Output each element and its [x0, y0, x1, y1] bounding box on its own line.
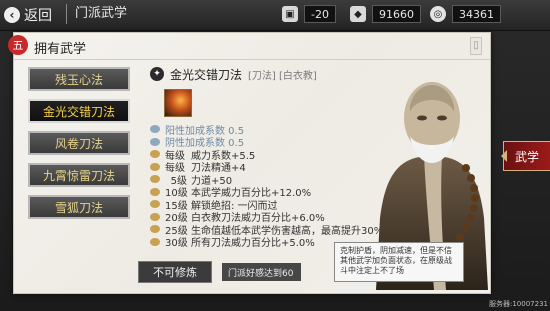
skill-label: 九霄惊雷刀法	[42, 168, 115, 183]
build-id: 服务器:10007231	[489, 300, 548, 308]
bullet-icon	[150, 212, 160, 221]
bullet-icon	[150, 125, 160, 134]
page-title: 门派武学	[66, 4, 147, 24]
skill-item[interactable]: 残玉心法	[28, 67, 130, 91]
stamina-value: -20	[304, 5, 336, 23]
cannot-train-button[interactable]: 不可修炼	[138, 261, 212, 283]
panel-title: 拥有武学	[34, 42, 87, 57]
bullet-icon	[150, 150, 160, 159]
back-button[interactable]: ‹ 返回	[4, 4, 52, 26]
skill-list: 残玉心法 金光交错刀法 风卷刀法 九霄惊雷刀法 雪狐刀法	[28, 67, 142, 227]
skill-label: 金光交错刀法	[42, 104, 115, 119]
coin-resource: ◎ 34361	[430, 5, 501, 23]
skill-item[interactable]: 风卷刀法	[28, 131, 130, 155]
coin-value: 34361	[452, 5, 501, 23]
bullet-icon	[150, 162, 160, 171]
stamina-icon: ▣	[282, 6, 298, 22]
silver-resource: ◆ 91660	[350, 5, 421, 23]
back-arrow-icon: ‹	[4, 7, 20, 23]
bullet-icon	[150, 187, 160, 196]
skill-image	[164, 89, 192, 117]
skill-detail: ✦ 金光交错刀法 [刀法] [白衣教] 阳性加成系数 0.5 阴性加成系数 0.…	[150, 65, 400, 265]
panel-mark-icon: 五	[8, 35, 28, 55]
stamina-resource: ▣ -20	[282, 5, 336, 23]
martial-arts-tab[interactable]: 武学	[501, 141, 550, 171]
back-label: 返回	[24, 8, 52, 24]
coin-icon: ◎	[430, 6, 446, 22]
attribute-text: 所有刀法威力百分比+5.0%	[191, 238, 315, 250]
skill-label: 雪狐刀法	[54, 200, 103, 215]
skill-type-icon: ✦	[150, 67, 164, 81]
attribute-level: 30级	[165, 238, 188, 250]
requirement-note: 门派好感达到60	[222, 263, 302, 281]
skill-item[interactable]: 雪狐刀法	[28, 195, 130, 219]
skill-tags: [刀法] [白衣教]	[248, 70, 317, 82]
bullet-icon	[150, 137, 160, 146]
skill-item-selected[interactable]: 金光交错刀法	[28, 99, 130, 123]
skill-item[interactable]: 九霄惊雷刀法	[28, 163, 130, 187]
bullet-icon	[150, 200, 160, 209]
skill-header: ✦ 金光交错刀法 [刀法] [白衣教]	[150, 65, 400, 83]
top-bar: ‹ 返回 门派武学 ▣ -20 ◆ 91660 ◎ 34361	[0, 0, 550, 31]
silver-value: 91660	[372, 5, 421, 23]
skill-label: 风卷刀法	[54, 136, 103, 151]
bullet-icon	[150, 175, 160, 184]
bullet-icon	[150, 237, 160, 246]
skill-name: 金光交错刀法	[170, 67, 243, 82]
skill-attributes: 阳性加成系数 0.5 阴性加成系数 0.5 每级 威力系数+5.5 每级 刀法精通+…	[150, 123, 400, 250]
speech-bubble: 克制护盾，阴加减速，但是不信其他武学加负面状态，在原级战斗中注定上不了场	[334, 242, 464, 282]
silver-icon: ◆	[350, 6, 366, 22]
bullet-icon	[150, 225, 160, 234]
skill-label: 残玉心法	[54, 72, 103, 87]
